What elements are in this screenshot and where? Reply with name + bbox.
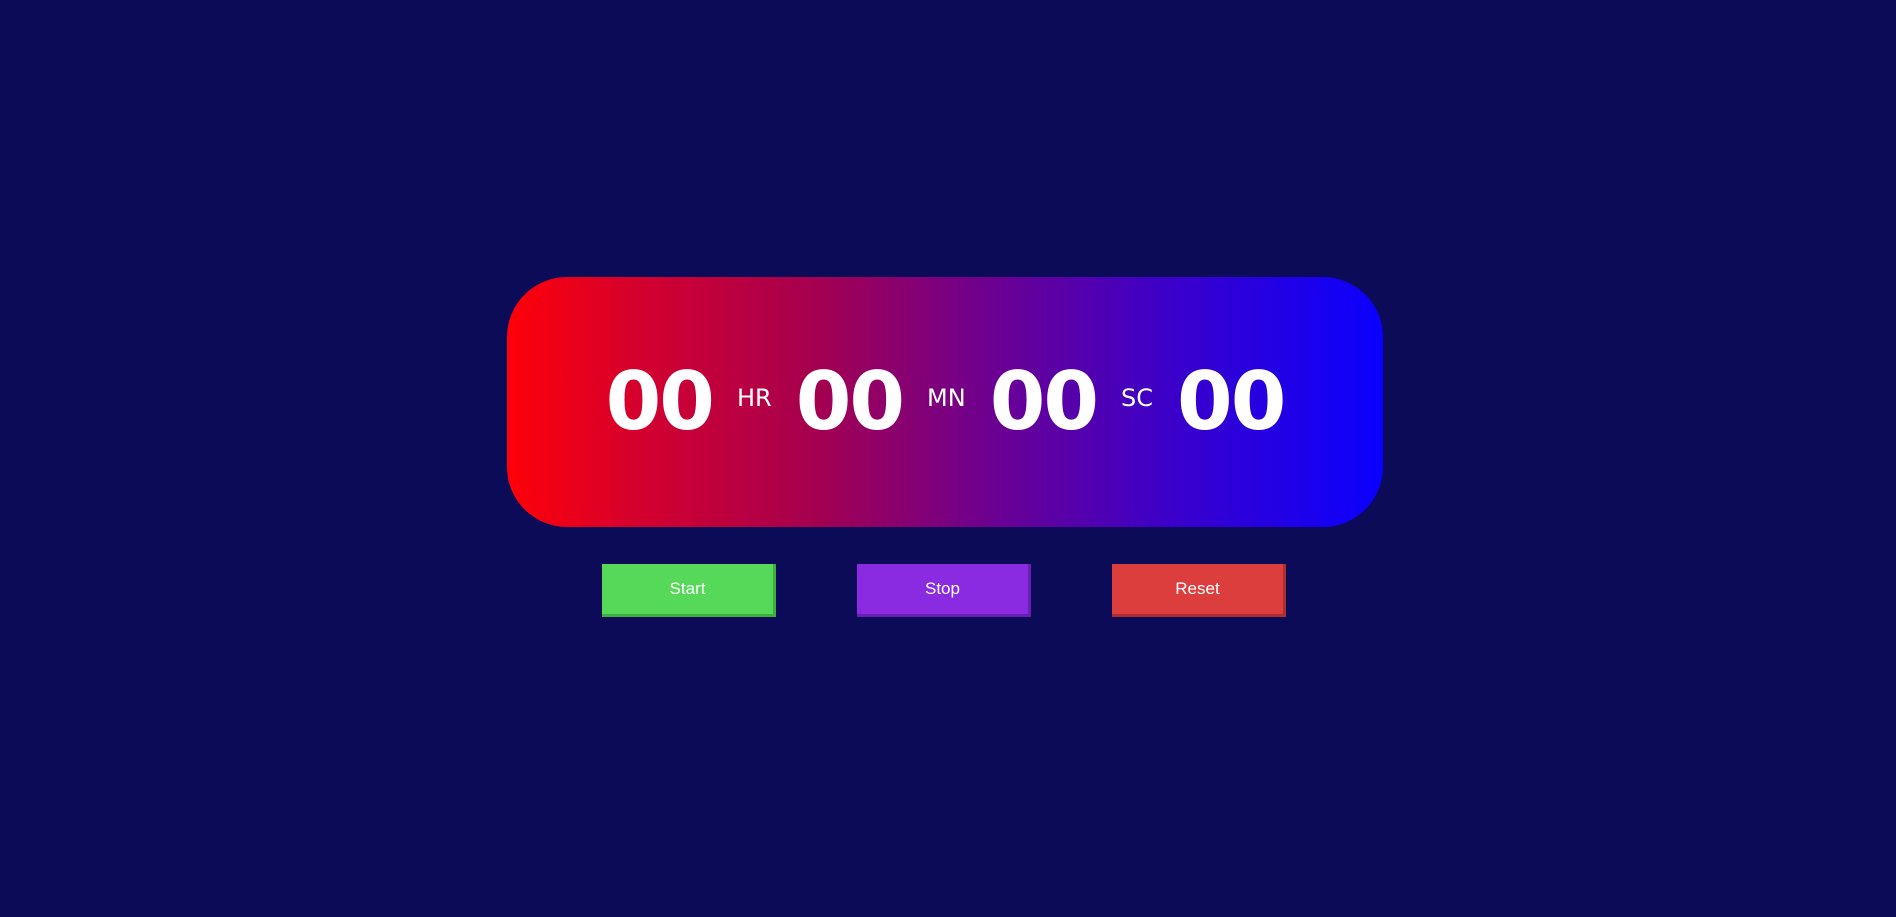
seconds-unit-label: SC — [1121, 384, 1154, 412]
seconds-value: 00 — [989, 355, 1099, 448]
stopwatch-page: 00 HR 00 MN 00 SC 00 Start Stop Reset — [0, 0, 1896, 917]
start-button[interactable]: Start — [602, 564, 776, 617]
timer-controls: Start Stop Reset — [0, 564, 1896, 618]
centiseconds-value: 00 — [1177, 355, 1286, 448]
minutes-unit-label: MN — [927, 384, 966, 412]
hours-value: 00 — [605, 355, 715, 448]
reset-button[interactable]: Reset — [1112, 564, 1286, 617]
time-readout: 00 HR 00 MN 00 SC 00 — [605, 355, 1287, 448]
timer-display: 00 HR 00 MN 00 SC 00 — [507, 277, 1383, 527]
minutes-value: 00 — [795, 355, 905, 448]
stop-button[interactable]: Stop — [857, 564, 1031, 617]
hours-unit-label: HR — [736, 384, 772, 412]
